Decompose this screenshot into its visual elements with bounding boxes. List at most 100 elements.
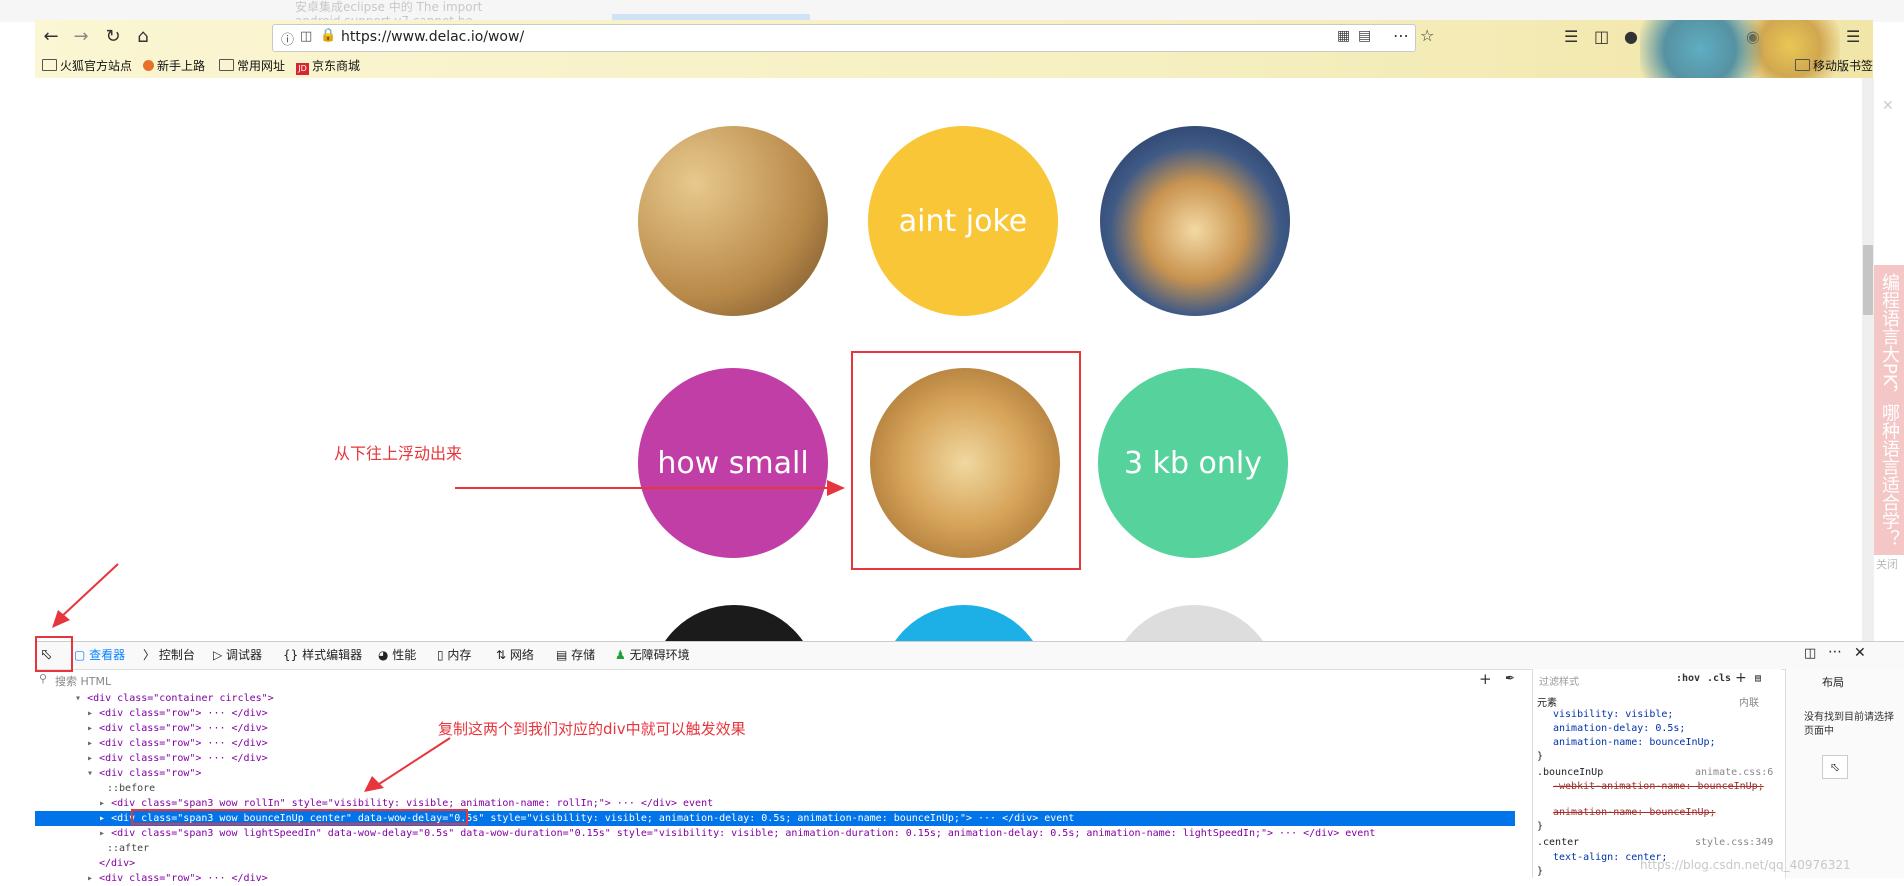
circle-text: how small — [657, 445, 809, 481]
markup-line[interactable]: ▸ <div class="row"> ··· </div> — [87, 706, 268, 721]
inline-source: 内联 — [1739, 698, 1759, 709]
markup-line[interactable]: ▸ <div class="row"> ··· </div> — [87, 751, 268, 766]
rule-close-brace: } — [1537, 751, 1544, 762]
tab-storage[interactable]: ▤ 存储 — [556, 646, 595, 663]
layout-pane: 布局 没有找到目前请选择页面中 ⬁ — [1785, 669, 1904, 878]
sidebar-icon[interactable]: ◫ — [1594, 27, 1609, 46]
menu-icon[interactable]: ☰ — [1846, 27, 1860, 46]
markup-line[interactable]: ▸ <div class="row"> ··· </div> — [87, 721, 268, 736]
bookmark-common-sites[interactable]: 常用网址 — [219, 57, 285, 74]
info-icon[interactable]: ⓘ — [281, 29, 294, 48]
markup-line[interactable]: ▸ <div class="span3 wow lightSpeedIn" da… — [99, 826, 1375, 841]
add-rule-icon[interactable]: + — [1735, 670, 1747, 686]
circle-aint-joke: aint joke — [868, 126, 1058, 316]
scrollbar-thumb[interactable] — [1863, 245, 1873, 315]
cls-toggle[interactable]: .cls — [1707, 673, 1731, 684]
highlight-box — [851, 351, 1081, 570]
rules-pane: 过滤样式 :hov .cls + ▤ 元素 内联 visibility: vis… — [1532, 669, 1781, 878]
rule-prop-overridden[interactable]: animation-name: bounceInUp; — [1553, 807, 1716, 818]
markup-pseudo-before[interactable]: ::before — [107, 781, 155, 796]
ghost-tab-text: 安卓集成eclipse 中的 The import android.suppor… — [295, 0, 483, 22]
forward-button[interactable]: → — [68, 25, 94, 49]
inspector-icon: ▢ — [74, 648, 90, 662]
print-media-icon[interactable]: ▤ — [1755, 673, 1761, 684]
devtools-close-icon[interactable]: ✕ — [1854, 645, 1866, 661]
circle-text: aint joke — [898, 203, 1028, 239]
markup-line[interactable]: ▸ <div class="row"> ··· </div> — [87, 871, 268, 886]
rule-prop[interactable]: visibility: visible; — [1553, 709, 1673, 720]
back-button[interactable]: ← — [38, 25, 64, 49]
tab-network[interactable]: ⇅ 网络 — [496, 646, 534, 663]
debugger-icon: ▷ — [213, 648, 227, 662]
tab-style-editor[interactable]: {} 样式编辑器 — [283, 646, 362, 663]
tab-memory[interactable]: ▯ 内存 — [437, 646, 471, 663]
markup-line[interactable]: ▸ <div class="row"> ··· </div> — [87, 736, 268, 751]
tab-performance[interactable]: ◕ 性能 — [378, 646, 416, 663]
watermark-text: https://blog.csdn.net/qq_40976321 — [1640, 858, 1851, 872]
storage-icon: ▤ — [556, 648, 572, 662]
html-search-bar[interactable]: ⚲ 搜索 HTML + ✒ — [35, 669, 1515, 692]
rule-close-brace: } — [1537, 821, 1544, 832]
hov-toggle[interactable]: :hov — [1676, 673, 1700, 684]
reload-button[interactable]: ↻ — [100, 25, 126, 49]
element-picker-icon[interactable]: ⬁ — [40, 645, 53, 663]
tab-accessibility[interactable]: ♟ 无障碍环境 — [615, 646, 690, 663]
add-node-icon[interactable]: + — [1479, 670, 1492, 688]
bookmark-getting-started[interactable]: 新手上路 — [143, 57, 205, 74]
home-button[interactable]: ⌂ — [130, 25, 156, 49]
rule-source-link[interactable]: animate.css:6 — [1695, 767, 1773, 778]
doge-faces-image — [638, 126, 828, 316]
reader-view-icon[interactable]: ▤ — [1358, 28, 1371, 44]
markup-line[interactable]: ▾ <div class="row"> — [87, 766, 201, 781]
firefox-icon — [143, 60, 154, 71]
circle-how-small: how small — [638, 368, 828, 558]
astronaut-doge-image — [1100, 126, 1290, 316]
background-strip — [0, 0, 1904, 22]
markup-line[interactable]: </div> — [99, 856, 135, 871]
rule-source-link[interactable]: style.css:349 — [1695, 837, 1773, 848]
banner-close-text[interactable]: 关闭 — [1876, 556, 1898, 572]
bookmark-jd[interactable]: JD 京东商城 — [296, 57, 360, 75]
element-picker-icon[interactable]: ⬁ — [1822, 755, 1848, 779]
rule-prop-overridden[interactable]: -webkit-animation-name: bounceInUp; — [1553, 781, 1764, 792]
rule-close-brace: } — [1537, 866, 1544, 877]
rule-prop[interactable]: animation-delay: 0.5s; — [1553, 723, 1685, 734]
library-icon[interactable]: ☰ — [1564, 27, 1578, 46]
tab-inspector[interactable]: ▢ 查看器 — [74, 646, 125, 663]
qr-code-icon[interactable]: ▦ — [1337, 28, 1350, 44]
rule-prop[interactable]: animation-name: bounceInUp; — [1553, 737, 1716, 748]
bookmark-firefox-official[interactable]: 火狐官方站点 — [42, 57, 132, 74]
rule-selector[interactable]: .center — [1537, 837, 1579, 848]
bookmark-mobile[interactable]: 移动版书签 — [1795, 57, 1873, 74]
dock-side-icon[interactable]: ◫ — [1804, 646, 1816, 661]
tab-layout[interactable]: 布局 — [1822, 674, 1844, 690]
eyedropper-icon[interactable]: ✒ — [1505, 671, 1515, 685]
folder-icon — [219, 59, 234, 71]
close-icon[interactable]: ✕ — [1882, 98, 1894, 114]
arrow-right-annotation — [455, 480, 845, 496]
markup-view: ▾ <div class="container circles"> ▸ <div… — [35, 691, 1515, 884]
devtools-more-icon[interactable]: ⋯ — [1828, 644, 1842, 660]
markup-pseudo-after[interactable]: ::after — [107, 841, 149, 856]
rule-selector[interactable]: .bounceInUp — [1537, 767, 1603, 778]
html-search-input[interactable]: 搜索 HTML — [55, 673, 111, 689]
markup-line[interactable]: ▾ <div class="container circles"> — [75, 691, 274, 706]
console-icon: 〉 — [143, 648, 159, 662]
arrow-to-picker-annotation — [52, 563, 119, 628]
side-ad-banner[interactable]: 编程语言大PK，哪种语言适合学？ — [1874, 265, 1904, 555]
element-rule-label: 元素 — [1537, 698, 1557, 709]
account-icon[interactable]: ● — [1624, 27, 1638, 46]
jd-icon: JD — [296, 63, 309, 75]
gauge-icon: ◕ — [378, 648, 393, 662]
tab-console[interactable]: 〉 控制台 — [143, 646, 195, 663]
partial-circle-left — [650, 605, 818, 641]
page-scrollbar[interactable] — [1862, 78, 1874, 641]
network-arrows-icon: ⇅ — [496, 648, 510, 662]
shield-icon[interactable]: ◫ — [300, 29, 312, 44]
page-actions-icon[interactable]: ⋯ — [1393, 26, 1409, 45]
filter-styles-input[interactable]: 过滤样式 — [1539, 673, 1579, 688]
url-text[interactable]: https://www.delac.io/wow/ — [341, 29, 524, 45]
bookmark-star-icon[interactable]: ☆ — [1420, 26, 1434, 45]
tab-debugger[interactable]: ▷ 调试器 — [213, 646, 262, 663]
lock-icon: 🔒 — [320, 28, 337, 43]
